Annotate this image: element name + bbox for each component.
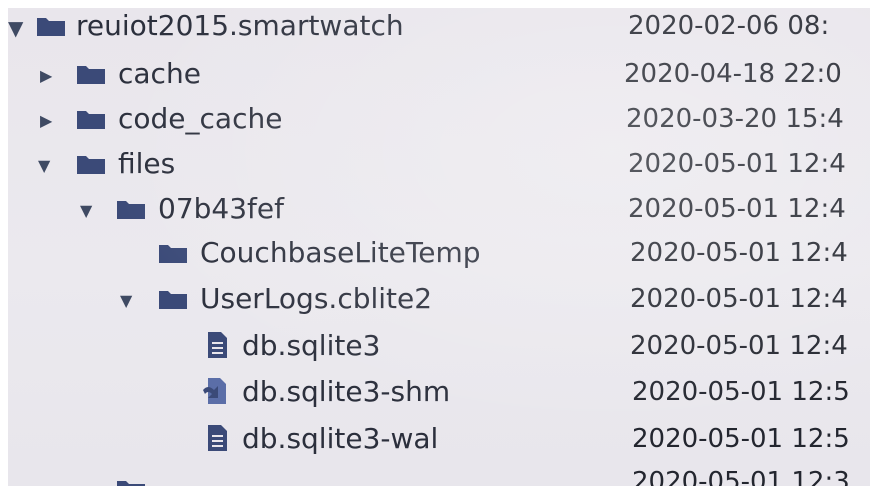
tree-row-label: db.sqlite3-wal [242,422,439,455]
tree-row-db-sqlite3-shm[interactable]: db.sqlite3-shm 2020-05-01 12:5 [8,372,870,416]
expand-arrow-icon[interactable]: ▶ [40,64,52,88]
modified-date: 2020-05-01 12:4 [628,194,846,224]
tree-row-label: files [118,147,176,180]
tree-row-label: 07b43fef [158,192,284,225]
modified-date: 2020-05-01 12:4 [630,238,848,268]
tree-row-code-cache[interactable]: ▶ code_cache 2020-03-20 15:4 [8,99,870,143]
tree-row-cache[interactable]: ▶ cache 2020-04-18 22:0 [8,54,870,98]
folder-icon [77,66,105,84]
file-icon [208,332,227,358]
tree-row-partial[interactable]: 2020-05-01 12:3 [8,464,870,486]
modified-date: 2020-02-06 08: [628,11,830,41]
tree-row-reuiot2015-smartwatch[interactable]: ▼ reuiot2015.smartwatch 2020-02-06 08: [8,8,870,50]
expand-arrow-icon[interactable]: ▼ [120,289,132,313]
tree-row-07b43fef[interactable]: ▼ 07b43fef 2020-05-01 12:4 [8,189,870,233]
modified-date: 2020-03-20 15:4 [626,104,844,134]
shared-file-icon [203,378,226,404]
modified-date: 2020-05-01 12:4 [630,331,848,361]
expand-arrow-icon[interactable]: ▼ [38,154,50,178]
file-browser-screen: ▼ reuiot2015.smartwatch 2020-02-06 08: ▶… [8,8,870,486]
tree-row-label: UserLogs.cblite2 [200,282,433,315]
tree-row-userlogs-cblite2[interactable]: ▼ UserLogs.cblite2 2020-05-01 12:4 [8,279,870,323]
folder-icon [117,481,145,486]
tree-row-label: db.sqlite3-shm [242,375,451,408]
tree-row-label: CouchbaseLiteTemp [200,236,481,269]
tree-row-db-sqlite3-wal[interactable]: db.sqlite3-wal 2020-05-01 12:5 [8,419,870,463]
tree-row-label: db.sqlite3 [242,329,381,362]
modified-date: 2020-05-01 12:5 [632,424,850,454]
modified-date: 2020-05-01 12:4 [628,149,846,179]
tree-row-label: cache [118,57,201,90]
tree-row-files[interactable]: ▼ files 2020-05-01 12:4 [8,144,870,188]
folder-icon [77,111,105,129]
folder-icon [77,156,105,174]
tree-row-label: code_cache [118,102,283,135]
folder-icon [117,201,145,219]
tree-row-label: reuiot2015.smartwatch [76,9,404,42]
modified-date: 2020-05-01 12:3 [632,467,850,486]
folder-icon [159,245,187,263]
expand-arrow-icon[interactable]: ▶ [40,109,52,133]
tree-row-couchbaselitetemp[interactable]: CouchbaseLiteTemp 2020-05-01 12:4 [8,233,870,277]
tree-row-db-sqlite3[interactable]: db.sqlite3 2020-05-01 12:4 [8,326,870,370]
modified-date: 2020-05-01 12:4 [630,284,848,314]
file-icon [208,425,227,451]
modified-date: 2020-04-18 22:0 [624,59,842,89]
expand-arrow-icon[interactable]: ▼ [8,16,23,40]
modified-date: 2020-05-01 12:5 [632,377,850,407]
folder-icon [37,18,65,36]
expand-arrow-icon[interactable]: ▼ [80,199,92,223]
folder-icon [159,291,187,309]
